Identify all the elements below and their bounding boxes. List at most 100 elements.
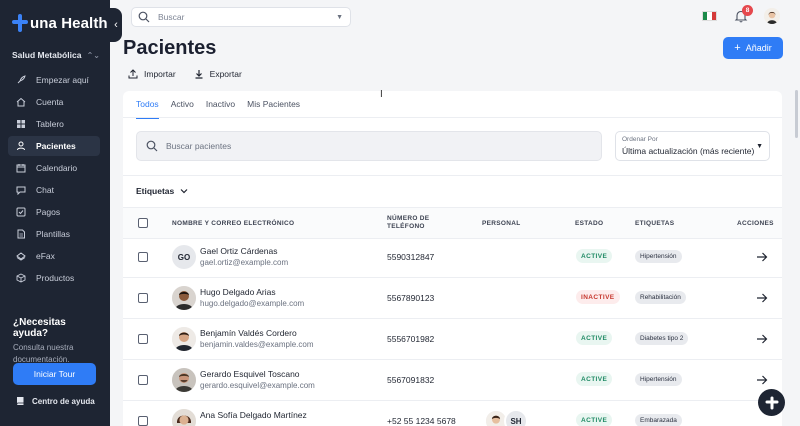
sidebar: una Health Salud Metabólica ⌃⌄ Empezar a… [0,0,110,426]
table-row[interactable]: Hugo Delgado Arias hugo.delgado@example.… [123,278,782,319]
sidebar-item-pacientes[interactable]: Pacientes [8,136,100,156]
sidebar-item-efax[interactable]: eFax [8,246,100,266]
patients-card: Todos Activo Inactivo Mis Pacientes Busc… [123,91,782,426]
tag-badge: Embarazada [635,414,682,426]
sidebar-item-label: Cuenta [36,97,64,107]
collapse-sidebar-button[interactable]: ‹ [110,8,122,42]
help-fab-button[interactable] [758,389,785,416]
header-tags: ETIQUETAS [635,220,675,227]
download-icon [195,70,203,79]
sidebar-item-empezar[interactable]: Empezar aquí [8,70,100,90]
help-center-link[interactable]: Centro de ayuda [16,396,95,406]
tab-activo[interactable]: Activo [171,99,194,119]
select-all-checkbox[interactable] [138,218,148,228]
arrow-right-icon[interactable] [756,333,768,345]
sidebar-item-calendario[interactable]: Calendario [8,158,100,178]
patient-phone: 5567890123 [387,293,435,303]
app-logo[interactable]: una Health [12,14,108,32]
start-tour-button[interactable]: Iniciar Tour [13,363,96,385]
sidebar-item-plantillas[interactable]: Plantillas [8,224,100,244]
patient-search-input[interactable]: Buscar pacientes [166,141,231,151]
sidebar-item-pagos[interactable]: Pagos [8,202,100,222]
status-badge: ACTIVE [576,331,613,345]
sidebar-nav: Empezar aquí Cuenta Tablero Pacientes Ca… [8,70,100,290]
sidebar-item-productos[interactable]: Productos [8,268,100,288]
header-name: NOMBRE Y CORREO ELECTRÓNICO [172,220,295,227]
header-status: ESTADO [575,220,604,227]
patient-phone: 5556701982 [387,334,435,344]
home-icon [16,97,26,107]
fax-icon [16,252,26,261]
help-center-label: Centro de ayuda [32,396,95,406]
sidebar-item-chat[interactable]: Chat [8,180,100,200]
table-row[interactable]: Gerardo Esquivel Toscano gerardo.esquive… [123,360,782,401]
import-export-actions: Importar Exportar [128,69,242,79]
table-row[interactable]: Benjamín Valdés Cordero benjamin.valdes@… [123,319,782,360]
patient-photo-icon [172,327,196,351]
add-patient-button[interactable]: + Añadir [723,37,783,59]
tab-todos[interactable]: Todos [136,99,159,119]
tags-filter[interactable]: Etiquetas [136,186,188,196]
patient-search[interactable]: Buscar pacientes [136,131,602,161]
sidebar-item-label: Tablero [36,119,64,129]
patient-name: Benjamín Valdés Cordero [200,328,297,338]
row-checkbox[interactable] [138,375,148,385]
header-phone-line2: TELÉFONO [387,223,425,230]
import-button[interactable]: Importar [128,69,176,79]
upload-icon [128,69,138,79]
sidebar-item-label: Plantillas [36,229,71,239]
payments-icon [16,207,26,217]
help-box: ¿Necesitas ayuda? Consulta nuestra docum… [13,317,101,366]
patient-tabs: Todos Activo Inactivo Mis Pacientes [136,99,300,119]
header-phone-line1: NÚMERO DE [387,215,430,222]
global-search[interactable]: Buscar ▼ [131,7,351,27]
calendar-icon [16,164,26,173]
scrollbar[interactable] [795,90,798,138]
organization-select[interactable]: Salud Metabólica ⌃⌄ [12,50,100,60]
row-checkbox[interactable] [138,293,148,303]
status-badge: ACTIVE [576,249,613,263]
table-row[interactable]: GO Gael Ortiz Cárdenas gael.ortiz@exampl… [123,237,782,278]
sort-select[interactable]: Ordenar Por Última actualización (más re… [615,131,770,161]
tag-badge: Hipertensión [635,250,682,263]
tab-mis-pacientes[interactable]: Mis Pacientes [247,99,300,119]
table-row[interactable]: Ana Sofía Delgado Martínez +52 55 1234 5… [123,401,782,426]
table-header: NOMBRE Y CORREO ELECTRÓNICO NÚMERO DE TE… [123,207,782,239]
arrow-right-icon[interactable] [756,374,768,386]
sidebar-item-label: Pagos [36,207,61,217]
template-icon [17,229,25,239]
sidebar-item-tablero[interactable]: Tablero [8,114,100,134]
arrow-right-icon[interactable] [756,251,768,263]
search-icon [146,140,158,152]
plus-icon: + [734,42,741,54]
tag-badge: Diabetes tipo 2 [635,332,689,345]
row-checkbox[interactable] [138,416,148,426]
patient-email: gael.ortiz@example.com [200,258,289,267]
sidebar-item-label: eFax [36,251,55,261]
header-staff: PERSONAL [482,220,521,227]
export-button[interactable]: Exportar [194,69,242,79]
export-label: Exportar [209,69,242,79]
logo-plus-icon [765,396,778,409]
logo-mark-icon [12,14,28,32]
patient-phone: 5590312847 [387,252,435,262]
row-checkbox[interactable] [138,334,148,344]
avatar: GO [172,245,196,269]
rocket-icon [17,75,26,84]
staff-avatar: SH [504,409,528,426]
mexico-flag-icon[interactable] [702,11,717,21]
patient-name: Gerardo Esquivel Toscano [200,369,300,379]
user-avatar[interactable] [764,8,780,24]
row-checkbox[interactable] [138,252,148,262]
avatar [172,368,196,392]
tab-inactivo[interactable]: Inactivo [206,99,235,119]
app-name: una Health [30,14,108,32]
staff-photo-icon [486,411,506,426]
filters-divider [123,175,782,176]
arrow-right-icon[interactable] [756,292,768,304]
caret-down-icon: ▼ [336,14,343,21]
sidebar-item-cuenta[interactable]: Cuenta [8,92,100,112]
staff-avatars: SH [484,409,528,426]
global-search-input[interactable]: Buscar [158,12,184,22]
sort-value: Última actualización (más reciente) [622,146,755,156]
